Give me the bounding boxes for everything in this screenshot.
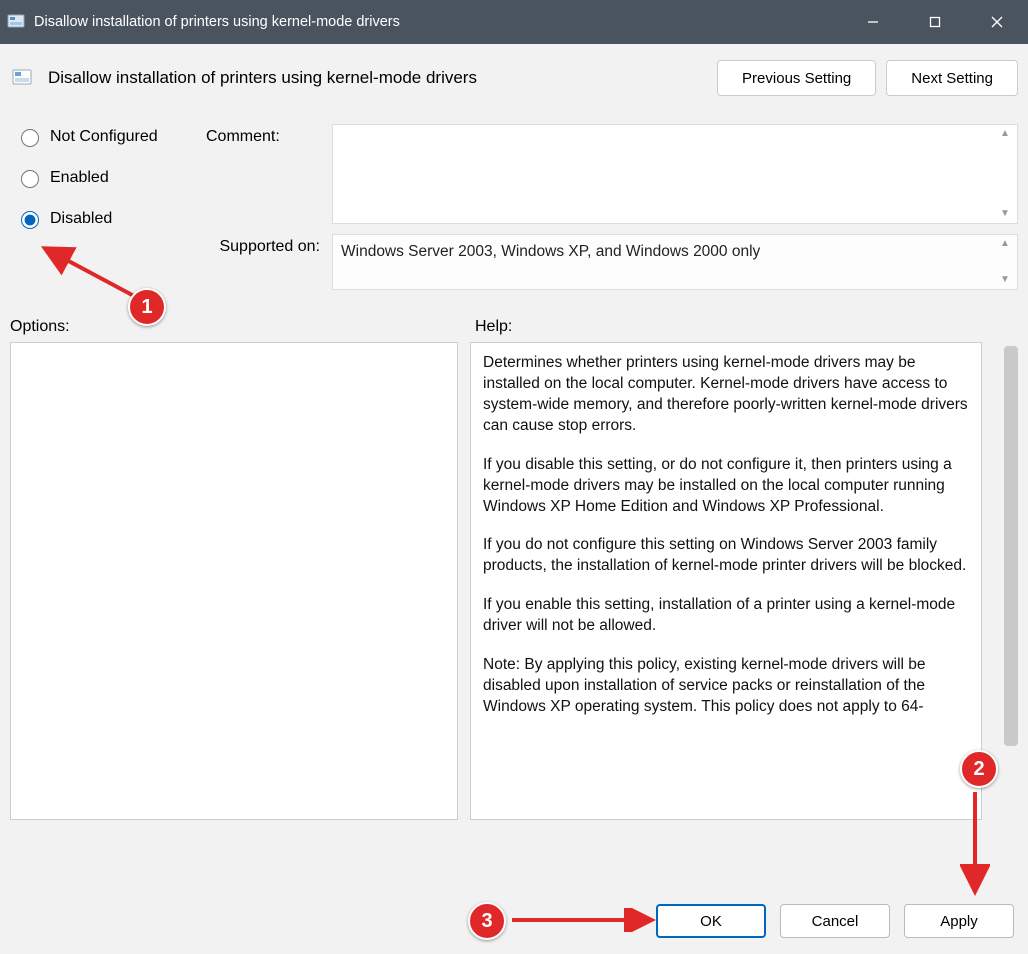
- supported-on-box: Windows Server 2003, Windows XP, and Win…: [332, 234, 1018, 290]
- options-pane: [10, 342, 458, 820]
- radio-label: Not Configured: [50, 128, 158, 146]
- radio-not-configured[interactable]: Not Configured: [16, 126, 200, 147]
- scroll-down-icon: ▼: [997, 209, 1013, 219]
- help-scrollbar[interactable]: [1004, 346, 1018, 746]
- policy-title: Disallow installation of printers using …: [48, 68, 477, 88]
- annotation-marker-3: 3: [468, 902, 506, 940]
- close-button[interactable]: [966, 0, 1028, 44]
- annotation-arrow-3: [508, 908, 658, 932]
- window-titlebar: Disallow installation of printers using …: [0, 0, 1028, 44]
- cancel-button[interactable]: Cancel: [780, 904, 890, 938]
- scroll-up-icon: ▲: [997, 129, 1013, 139]
- comment-scrollbar[interactable]: ▲ ▼: [997, 129, 1013, 219]
- help-paragraph: If you disable this setting, or do not c…: [483, 455, 969, 518]
- help-paragraph: Determines whether printers using kernel…: [483, 353, 969, 437]
- state-radio-group: Not Configured Enabled Disabled: [10, 124, 200, 229]
- supported-on-value: Windows Server 2003, Windows XP, and Win…: [341, 243, 760, 260]
- options-section-label: Options:: [10, 318, 465, 336]
- scroll-down-icon: ▼: [997, 275, 1013, 285]
- radio-enabled[interactable]: Enabled: [16, 167, 200, 188]
- comment-textarea[interactable]: ▲ ▼: [332, 124, 1018, 224]
- supported-on-label: Supported on:: [206, 234, 326, 256]
- next-setting-button[interactable]: Next Setting: [886, 60, 1018, 96]
- ok-button[interactable]: OK: [656, 904, 766, 938]
- help-paragraph: If you do not configure this setting on …: [483, 535, 969, 577]
- radio-disabled[interactable]: Disabled: [16, 208, 200, 229]
- scroll-up-icon: ▲: [997, 239, 1013, 249]
- previous-setting-button[interactable]: Previous Setting: [717, 60, 876, 96]
- minimize-button[interactable]: [842, 0, 904, 44]
- help-section-label: Help:: [475, 318, 1018, 336]
- radio-label: Enabled: [50, 169, 109, 187]
- policy-icon: [10, 66, 34, 90]
- supported-scrollbar[interactable]: ▲ ▼: [997, 239, 1013, 285]
- help-paragraph: Note: By applying this policy, existing …: [483, 655, 969, 718]
- comment-label: Comment:: [206, 124, 326, 146]
- maximize-button[interactable]: [904, 0, 966, 44]
- annotation-marker-2: 2: [960, 750, 998, 788]
- annotation-marker-1: 1: [128, 288, 166, 326]
- apply-button[interactable]: Apply: [904, 904, 1014, 938]
- app-icon: [6, 12, 26, 32]
- help-paragraph: If you enable this setting, installation…: [483, 595, 969, 637]
- window-title: Disallow installation of printers using …: [34, 14, 400, 30]
- help-pane: Determines whether printers using kernel…: [470, 342, 982, 820]
- radio-label: Disabled: [50, 210, 112, 228]
